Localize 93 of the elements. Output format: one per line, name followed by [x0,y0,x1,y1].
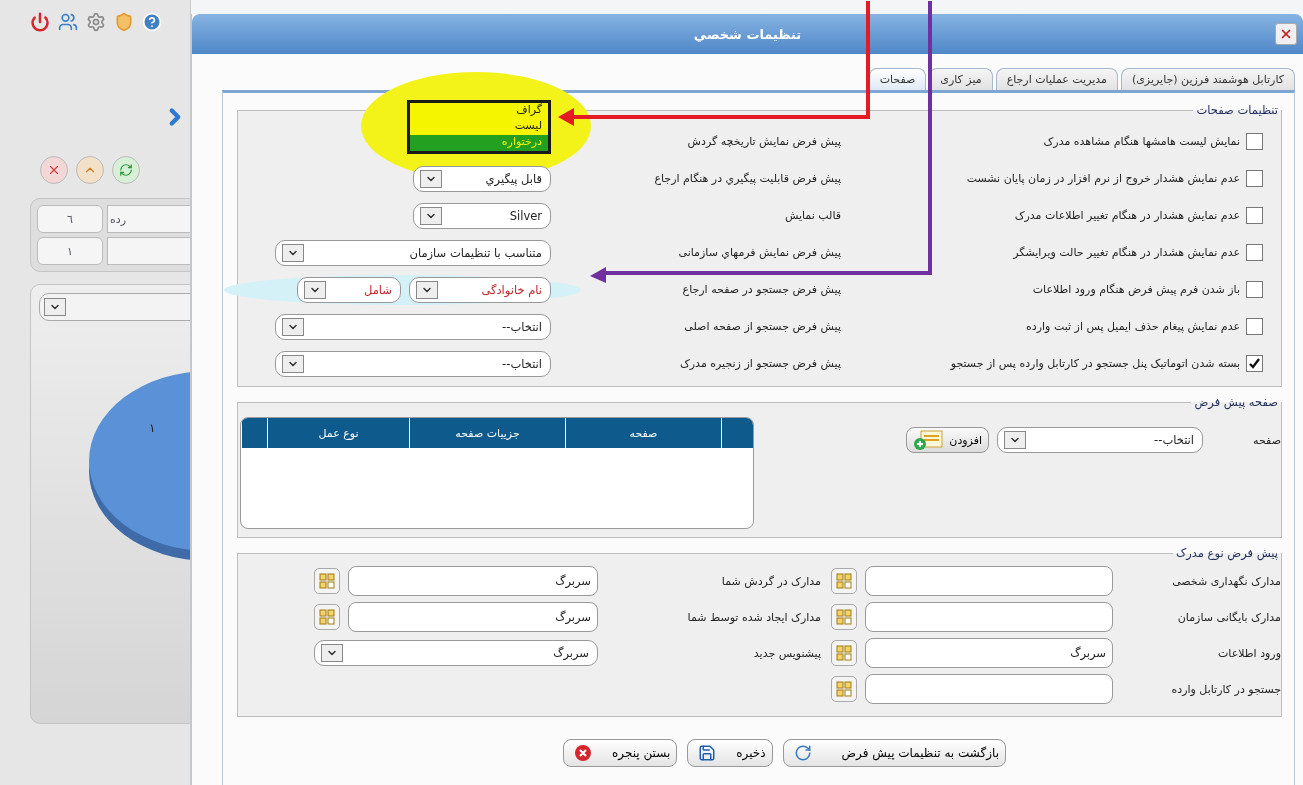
shield-icon[interactable] [114,12,134,32]
dropdown[interactable]: قابل پیگیري [413,165,551,192]
close-icon [47,163,61,177]
checkbox-label: عدم نمایش هشدار در هنگام تغییر حالت ویرایشگر [1013,246,1240,259]
input-field[interactable]: سربرگ [348,566,598,596]
stat-label: رده [107,205,190,233]
setting-label: پیش فرض نمایش تاریخچه گردش [686,135,841,148]
save-icon [698,744,717,762]
dropdown[interactable] [39,293,190,321]
window-title: تنظيمات شخصي [693,26,802,42]
picker-button[interactable] [831,604,857,630]
tab[interactable]: صفحات [868,68,927,90]
dropdown[interactable]: متناسب با تنظیمات سازمان [275,239,551,266]
column-header: صفحه [565,418,721,448]
checkbox-label: عدم نمایش پیغام حذف ایمیل پس از ثبت وارده [1026,320,1240,333]
checkbox[interactable] [1246,281,1263,298]
field-label: مدارک ایجاد شده توسط شما [686,610,821,624]
picker-button[interactable] [831,640,857,666]
grid-icon [319,609,335,625]
field-label: پیشنویس جدید [752,646,821,660]
close-button[interactable] [1275,23,1297,45]
refresh-button[interactable] [112,156,140,184]
setting-label: پیش فرض قابلیت پیگیري در هنگام ارجاع [653,172,841,185]
dropdown[interactable]: سربرگ [314,640,598,666]
picker-button[interactable] [831,568,857,594]
field-label: مدارک بایگانی سازمان [1176,610,1281,624]
grid-icon [836,645,852,661]
picker-button[interactable] [314,604,340,630]
help-icon[interactable] [142,12,162,32]
field-label: مدارک در گردش شما [720,574,821,588]
checkbox-label: عدم نمایش هشدار در هنگام تغییر اطلاعات مدرک [1014,209,1240,222]
close-window-button[interactable]: بستن پنجره [563,739,678,767]
field-label: صفحه [1252,433,1281,447]
checkbox-label: نمایش لیست هامشها هنگام مشاهده مدرک [1043,135,1240,148]
setting-label: قالب نمایش [783,209,841,222]
tab[interactable]: کارتابل هوشمند فرزین (جایریزی) [1120,68,1295,90]
tab[interactable]: مدیریت عملیات ارجاع [995,68,1118,90]
checkbox[interactable] [1246,318,1263,335]
users-icon[interactable] [58,12,78,32]
setting-label: پیش فرض نمایش فرمهاي سازمانی [677,246,841,259]
dropdown[interactable]: انتخاب-- [275,350,551,377]
checkbox[interactable] [1246,355,1263,372]
grid-icon [836,609,852,625]
grid-icon [836,681,852,697]
add-button[interactable]: افزودن [906,427,989,453]
checkbox[interactable] [1246,133,1263,150]
group-title: تنظیمات صفحات [1195,103,1279,117]
checkbox[interactable] [1246,207,1263,224]
column-header: جزییات صفحه [409,418,565,448]
stat-value: ٦ [37,205,103,233]
setting-label: پیش فرض جستجو از صفحه اصلی [683,320,841,333]
close-icon [574,744,592,762]
group-title: پیش فرض نوع مدرک [1174,546,1279,560]
tab[interactable]: میز کاری [929,68,993,90]
input-field[interactable] [865,602,1113,632]
close-icon [1279,27,1293,41]
setting-label: پیش فرض جستجو در صفحه ارجاع [681,283,841,296]
group-title: صفحه پیش فرض [1193,395,1279,409]
input-field[interactable]: سربرگ [865,638,1113,668]
field-label: جستجو در کارتابل وارده [1170,682,1281,696]
add-list-icon [913,429,944,451]
checkbox-label: بسته شدن اتوماتیک پنل جستجو در کارتابل وارده پس از جستجو [950,357,1240,370]
dropdown[interactable]: انتخاب-- [275,313,551,340]
grid-icon [319,573,335,589]
power-icon[interactable] [30,12,50,32]
checkbox[interactable] [1246,244,1263,261]
column-header: نوع عمل [267,418,409,448]
field-label: مدارک نگهداری شخصی [1171,574,1281,588]
dropdown[interactable]: نام خانوادگی [409,276,551,303]
checkbox-label: عدم نمایش هشدار خروج از نرم افزار در زمان پایان نشست [966,172,1240,185]
refresh-icon [119,163,133,177]
delete-button[interactable] [40,156,68,184]
field-label: ورود اطلاعات [1217,646,1281,660]
input-field[interactable] [865,566,1113,596]
checkbox-label: باز شدن فرم پیش فرض هنگام ورود اطلاعات [1032,283,1240,296]
list-box[interactable]: گراف لیست درختواره [407,99,551,154]
picker-button[interactable] [831,676,857,702]
stat-value: ١ [37,237,103,265]
setting-label: پیش فرض جستجو از زنجیره مدرک [678,357,841,370]
save-button[interactable]: ذخیره [687,739,773,767]
grid-icon [836,573,852,589]
picker-button[interactable] [314,568,340,594]
input-field[interactable]: سربرگ [348,602,598,632]
checkbox[interactable] [1246,170,1263,187]
settings-icon[interactable] [86,12,106,32]
collapse-button[interactable] [76,156,104,184]
dropdown[interactable]: Silver [413,202,551,229]
list-option[interactable]: گراف [410,102,548,119]
dropdown[interactable]: انتخاب-- [997,427,1203,453]
reset-button[interactable]: بازگشت به تنظیمات پیش فرض [782,739,1006,767]
list-option[interactable]: لیست [410,118,548,135]
dropdown[interactable]: شامل [297,276,401,303]
input-field[interactable] [865,674,1113,704]
